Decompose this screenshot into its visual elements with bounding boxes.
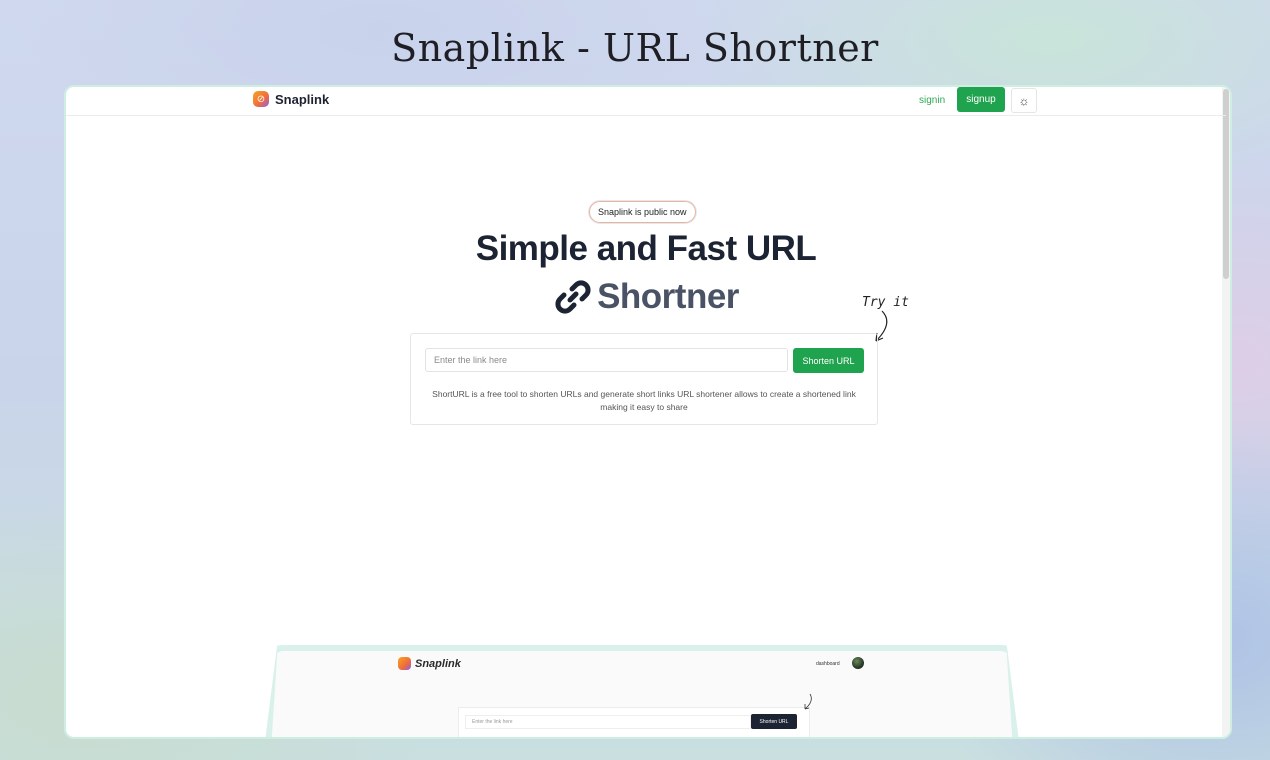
preview-screen: Snaplink dashboard Enter the link here S… xyxy=(270,651,1014,737)
hero-title-line2: Shortner xyxy=(66,277,1226,317)
top-nav: ⊘ Snaplink signin signup ☼ xyxy=(66,87,1226,116)
snaplink-logo-icon: ⊘ xyxy=(253,91,269,107)
hero-title-line1: Simple and Fast URL xyxy=(475,229,817,268)
preview-brand: Snaplink xyxy=(398,657,461,670)
dashboard-preview-image: Snaplink dashboard Enter the link here S… xyxy=(262,645,1022,737)
preview-avatar xyxy=(852,657,864,669)
try-it-annotation: Try it xyxy=(862,295,909,310)
preview-arrow-doodle-icon xyxy=(804,693,812,710)
description-text: ShortURL is a free tool to shorten URLs … xyxy=(432,389,856,412)
scrollbar[interactable] xyxy=(1222,87,1230,737)
sun-icon[interactable]: ☼ xyxy=(1011,88,1037,113)
hero-title-shortner: Shortner xyxy=(597,277,739,316)
announcement-badge: Snaplink is public now xyxy=(589,201,696,223)
brand[interactable]: ⊘ Snaplink xyxy=(253,91,329,107)
shorten-url-button[interactable]: Shorten URL xyxy=(793,348,864,373)
preview-dashboard-link: dashboard xyxy=(816,661,840,667)
preview-input: Enter the link here xyxy=(465,715,751,729)
signin-link[interactable]: signin xyxy=(919,95,945,106)
page-heading: Snaplink - URL Shortner xyxy=(391,26,879,70)
link-icon xyxy=(555,280,591,314)
preview-logo-icon xyxy=(398,657,411,670)
url-input[interactable] xyxy=(425,348,788,372)
browser-frame: ⊘ Snaplink signin signup ☼ Snaplink is p… xyxy=(64,85,1232,739)
signup-button[interactable]: signup xyxy=(957,87,1005,112)
brand-name: Snaplink xyxy=(275,91,330,107)
preview-card: Enter the link here Shorten URL xyxy=(458,707,810,737)
shorten-card: Shorten URL ShortURL is a free tool to s… xyxy=(410,333,878,425)
preview-brand-name: Snaplink xyxy=(415,657,461,670)
preview-shorten-button: Shorten URL xyxy=(751,714,797,729)
